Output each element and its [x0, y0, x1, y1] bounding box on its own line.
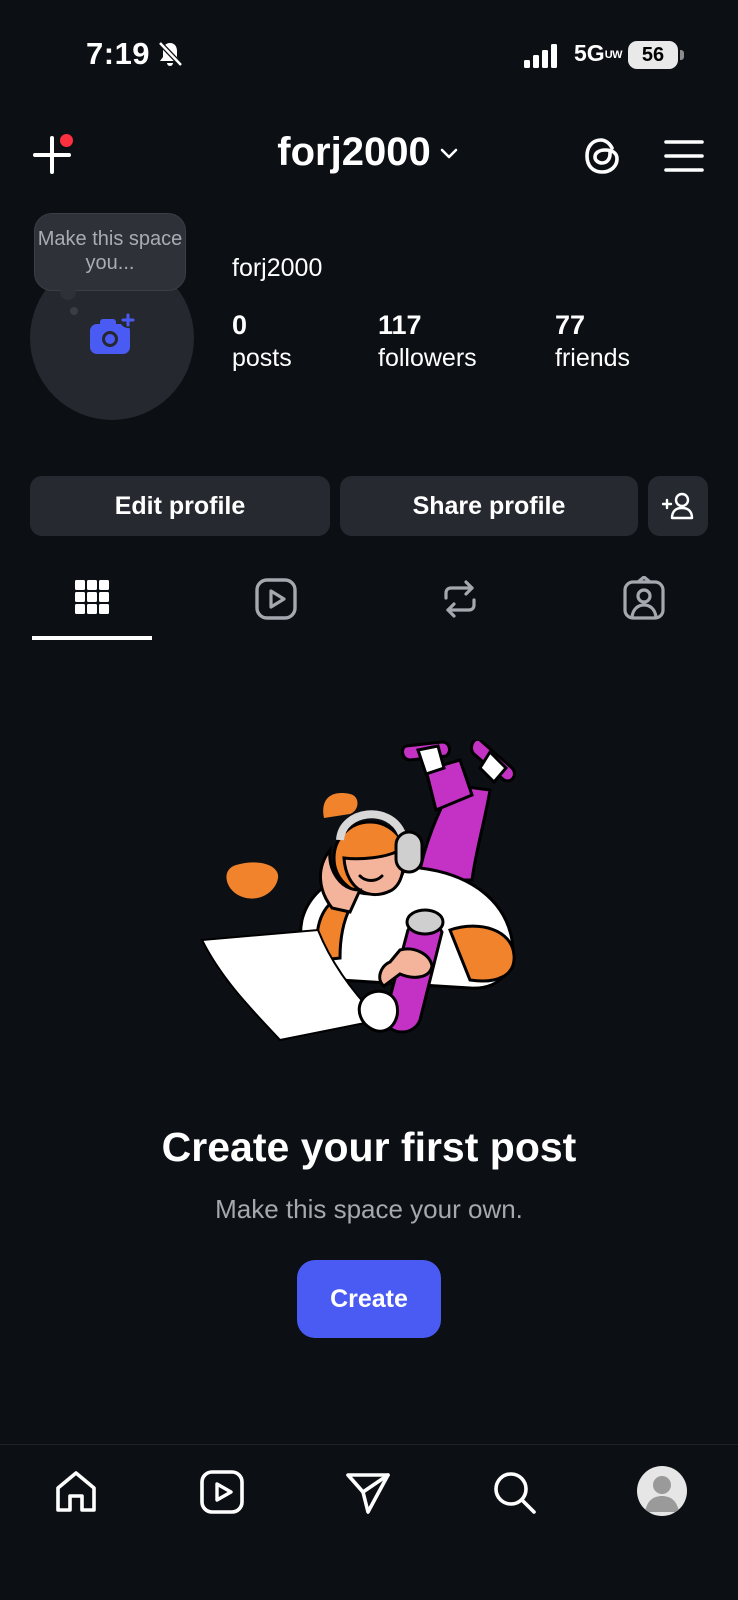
bubble-tail-dot [70, 307, 78, 315]
status-bar: 7:19 5GUW 56 [0, 0, 738, 110]
reels-icon[interactable] [253, 576, 299, 622]
signal-icon [524, 44, 557, 68]
stat-posts[interactable]: 0 posts [232, 308, 292, 374]
threads-icon[interactable] [580, 133, 626, 179]
battery-level: 56 [628, 41, 678, 69]
stat-label: followers [378, 344, 477, 372]
camera-add-icon[interactable] [88, 312, 136, 360]
share-profile-button[interactable]: Share profile [340, 476, 638, 536]
stat-friends[interactable]: 77 friends [555, 308, 630, 374]
active-tab-indicator [32, 636, 152, 640]
add-person-icon [662, 492, 694, 520]
stat-label: friends [555, 344, 631, 372]
profile-display-name: forj2000 [232, 254, 323, 282]
stat-value: 77 [555, 310, 586, 340]
avatar-note-bubble[interactable]: Make this space you... [34, 213, 186, 291]
search-icon[interactable] [490, 1468, 538, 1516]
battery-cap [680, 50, 684, 60]
profile-header: forj2000 [0, 118, 738, 198]
bubble-tail [60, 284, 76, 300]
home-icon[interactable] [52, 1468, 100, 1516]
chevron-down-icon[interactable] [437, 141, 461, 165]
reels-nav-icon[interactable] [198, 1468, 246, 1516]
empty-state-title: Create your first post [161, 1124, 577, 1170]
edit-profile-button[interactable]: Edit profile [30, 476, 330, 536]
stat-label: posts [232, 344, 292, 372]
grid-icon[interactable] [69, 576, 115, 622]
stat-value: 117 [378, 310, 422, 340]
create-post-button[interactable]: Create [297, 1260, 441, 1338]
profile-avatar[interactable] [637, 1466, 687, 1516]
empty-state-subtitle: Make this space your own. [215, 1194, 523, 1224]
header-username[interactable]: forj2000 [277, 130, 430, 174]
network-label: 5GUW [574, 40, 623, 66]
network-suffix: UW [604, 48, 623, 61]
bell-muted-icon [158, 41, 183, 67]
stat-value: 0 [232, 310, 248, 340]
empty-state-illustration [200, 740, 516, 1042]
status-time: 7:19 [86, 36, 151, 71]
send-icon[interactable] [344, 1468, 392, 1516]
stat-followers[interactable]: 117 followers [378, 308, 477, 374]
account-switcher[interactable]: forj2000 [0, 130, 738, 175]
tagged-icon[interactable] [621, 576, 667, 622]
discover-people-button[interactable] [648, 476, 708, 536]
reposts-icon[interactable] [437, 576, 483, 622]
default-user-icon [645, 1476, 679, 1512]
menu-icon[interactable] [664, 136, 704, 176]
